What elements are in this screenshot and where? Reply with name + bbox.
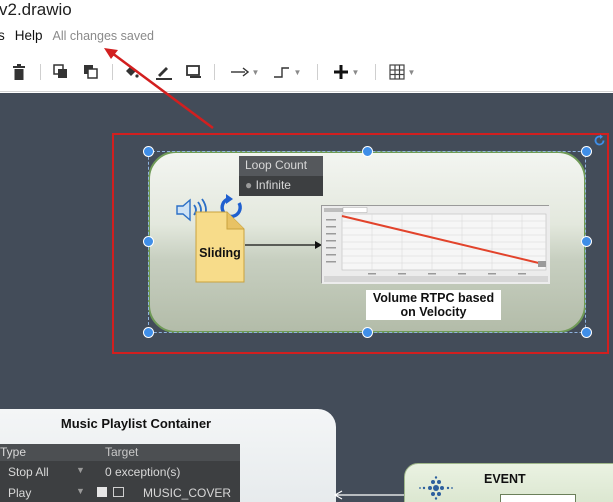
music-playlist-container[interactable]: Music Playlist Container Type Target Sto… [0,409,336,502]
event-label: EVENT [484,472,526,486]
table-icon[interactable]: ▼ [384,61,420,83]
loop-count-header: Loop Count [239,156,323,176]
toolbar-separator [317,64,318,80]
playlist-title: Music Playlist Container [60,416,212,431]
column-header-target: Target [105,445,139,459]
line-color-icon[interactable] [153,61,175,83]
toolbar-separator [214,64,215,80]
resize-handle[interactable] [143,146,154,157]
connector-arrow[interactable] [334,490,406,500]
shadow-icon[interactable] [183,61,205,83]
row-type: Play [8,486,32,500]
event-icon [418,476,454,500]
toolbar: ▼ ▼ ▼ ▼ [0,58,613,86]
toolbar-separator [375,64,376,80]
music-icon [113,487,124,497]
menu-bar: s Help All changes saved [0,27,154,45]
resize-handle[interactable] [362,146,373,157]
diagram-canvas[interactable]: Sliding Volume RTPC based on Velocity Mu… [0,93,613,502]
chevron-down-icon[interactable]: ▼ [76,465,85,475]
playlist-grid: Type Target Stop All ▼ 0 exception(s) Pl… [0,444,240,502]
checkbox-icon[interactable] [97,487,107,497]
connector-arrow[interactable] [245,239,323,251]
resize-handle[interactable] [143,327,154,338]
table-row[interactable]: Stop All ▼ 0 exception(s) [0,463,240,483]
arrow-right-icon[interactable]: ▼ [226,61,264,83]
chevron-down-icon[interactable]: ▼ [76,486,85,496]
menu-item-partial[interactable]: s [0,27,5,45]
plus-icon[interactable]: ▼ [328,61,364,83]
trash-icon[interactable] [8,61,30,83]
event-target-field[interactable] [500,494,576,502]
row-target: 0 exception(s) [105,465,181,479]
table-row[interactable]: Play ▼ MUSIC_COVER [0,484,240,502]
graph-caption: Volume RTPC based on Velocity [366,290,501,320]
document-title[interactable]: v2.drawio [0,0,72,20]
loop-count-value[interactable]: ● Infinite [239,176,323,196]
resize-handle[interactable] [581,327,592,338]
rtpc-graph-image[interactable] [321,205,550,284]
toolbar-separator [112,64,113,80]
loop-count-text: Infinite [255,178,291,192]
resize-handle[interactable] [362,327,373,338]
app-header: v2.drawio s Help All changes saved ▼ ▼ ▼… [0,0,613,92]
row-target: MUSIC_COVER [143,486,232,500]
note-label: Sliding [199,246,241,260]
to-front-icon[interactable] [50,61,72,83]
to-back-icon[interactable] [80,61,102,83]
grid-header-row: Type Target [0,444,240,461]
column-header-type: Type [0,445,27,459]
resize-handle[interactable] [581,236,592,247]
waypoint-icon[interactable]: ▼ [270,61,304,83]
fill-color-icon[interactable] [120,61,142,83]
resize-handle[interactable] [143,236,154,247]
rotate-icon[interactable] [593,134,606,147]
resize-handle[interactable] [581,146,592,157]
row-type: Stop All [8,465,49,479]
toolbar-separator [40,64,41,80]
save-status: All changes saved [52,29,154,43]
menu-item-help[interactable]: Help [15,27,43,45]
